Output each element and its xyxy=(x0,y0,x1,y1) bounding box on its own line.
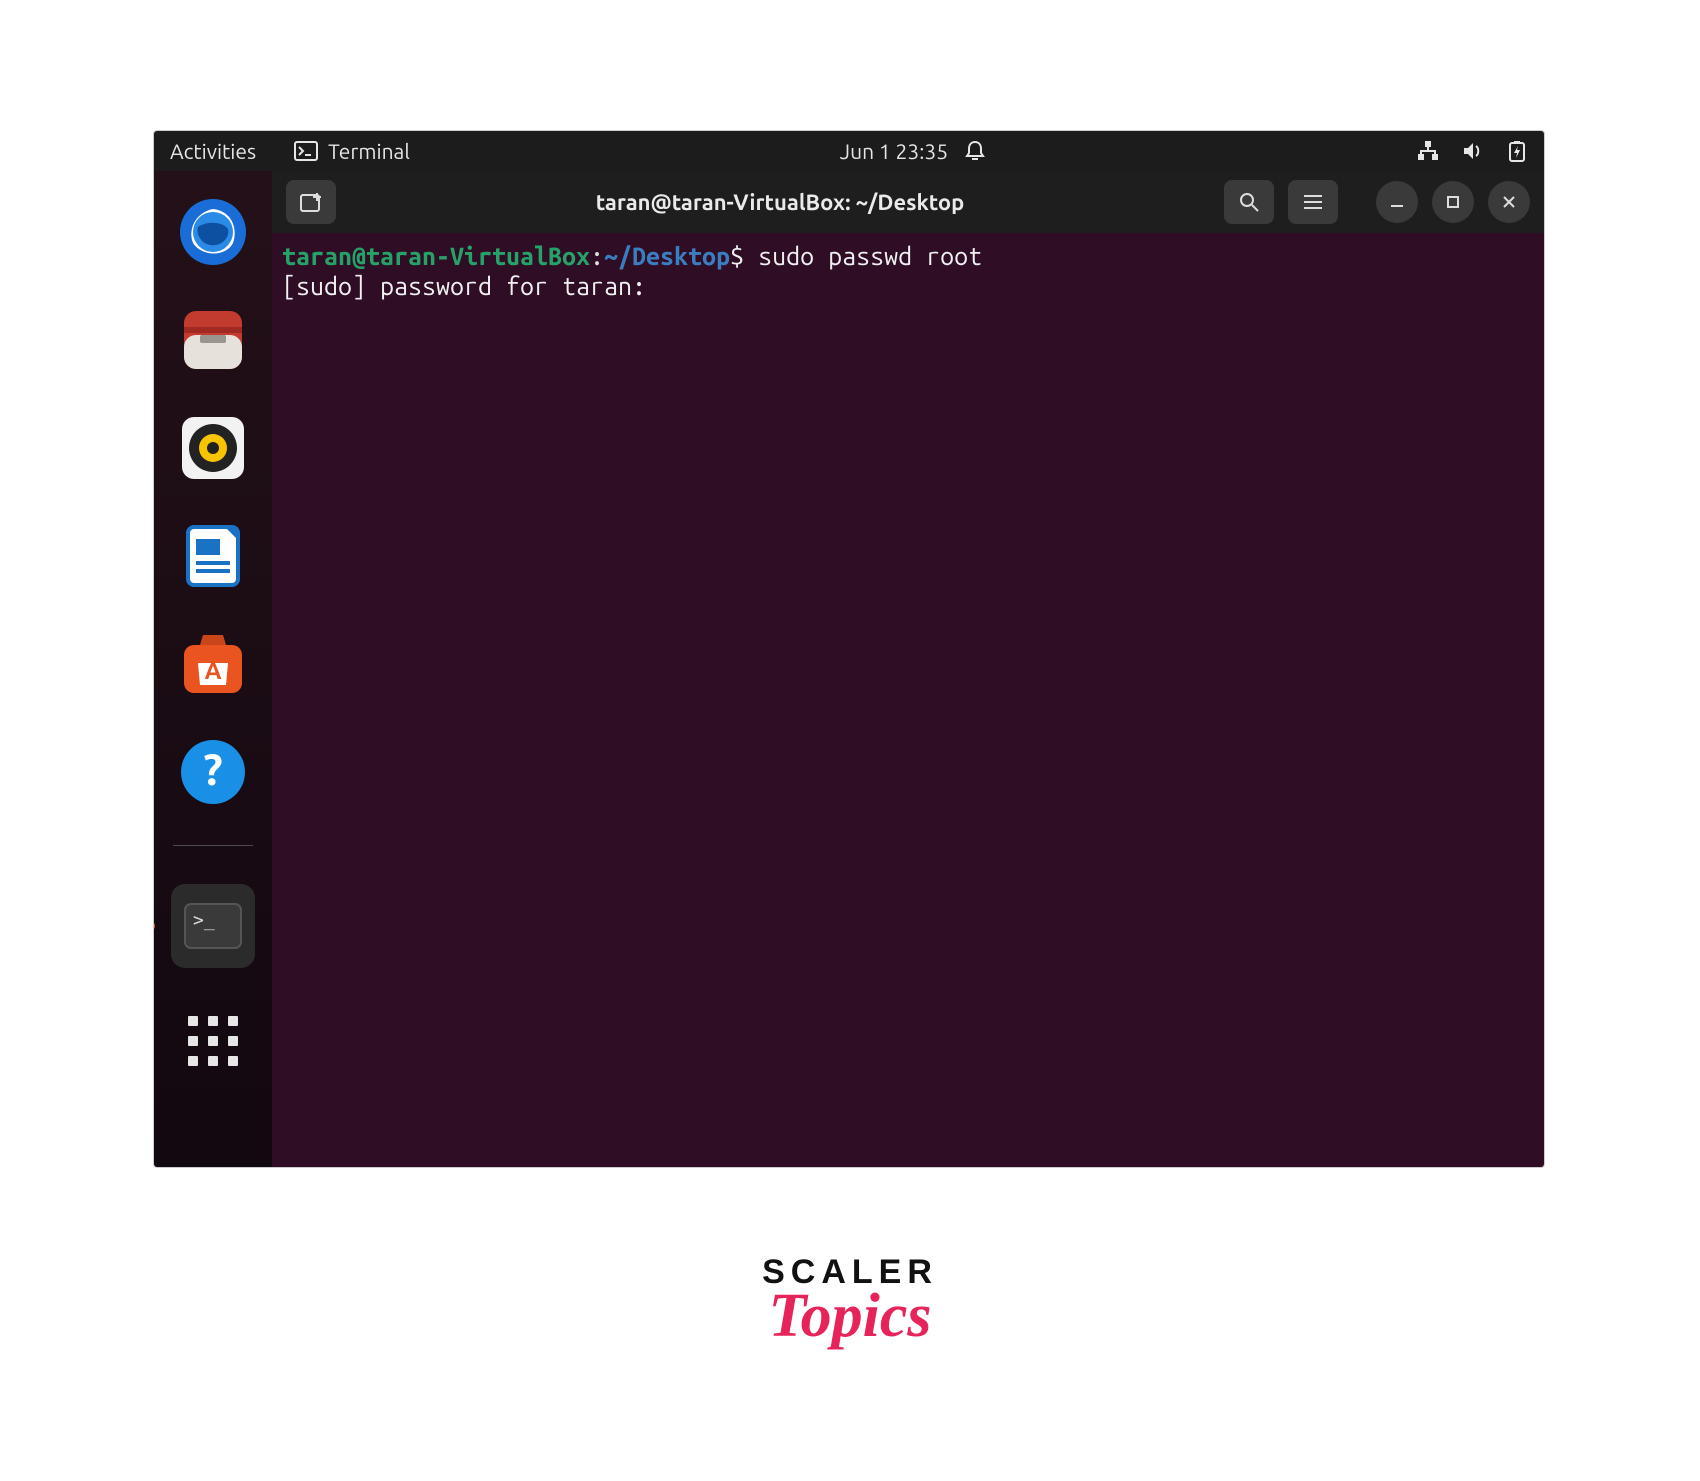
ubuntu-dock: A ? >_ xyxy=(154,171,272,1168)
dock-software[interactable]: A xyxy=(178,629,248,699)
dock-show-apps[interactable] xyxy=(178,1006,248,1076)
search-button[interactable] xyxy=(1224,180,1274,224)
svg-text:?: ? xyxy=(203,745,222,794)
prompt-path: ~/Desktop xyxy=(604,242,730,270)
close-button[interactable] xyxy=(1488,181,1530,223)
close-icon xyxy=(1501,194,1517,210)
terminal-body[interactable]: taran@taran-VirtualBox:~/Desktop$ sudo p… xyxy=(272,233,1544,1168)
apps-grid-icon xyxy=(188,1016,238,1066)
prompt-end: $ xyxy=(730,242,758,270)
bell-icon[interactable] xyxy=(964,140,986,162)
gnome-top-bar: Activities Terminal Jun 1 23:35 xyxy=(154,131,1544,171)
volume-icon xyxy=(1462,140,1484,162)
dock-terminal[interactable]: >_ xyxy=(171,884,255,968)
minimize-icon xyxy=(1389,194,1405,210)
terminal-headerbar: taran@taran-VirtualBox: ~/Desktop xyxy=(272,171,1544,233)
clock[interactable]: Jun 1 23:35 xyxy=(840,139,948,163)
command-text: sudo passwd root xyxy=(758,242,982,270)
dock-files[interactable] xyxy=(178,305,248,375)
terminal-app-icon xyxy=(294,140,318,162)
scaler-topics-logo: SCALER Topics xyxy=(762,1255,938,1347)
new-tab-button[interactable] xyxy=(286,180,336,224)
svg-text:>_: >_ xyxy=(193,910,215,931)
battery-icon xyxy=(1506,140,1528,162)
system-tray[interactable] xyxy=(1416,140,1528,162)
search-icon xyxy=(1238,191,1260,213)
new-tab-icon xyxy=(299,191,323,213)
network-icon xyxy=(1416,140,1440,162)
maximize-button[interactable] xyxy=(1432,181,1474,223)
ubuntu-screenshot: Activities Terminal Jun 1 23:35 xyxy=(153,130,1545,1168)
app-indicator[interactable]: Terminal xyxy=(294,139,410,163)
brand-line2: Topics xyxy=(762,1285,938,1347)
maximize-icon xyxy=(1445,194,1461,210)
dock-thunderbird[interactable] xyxy=(178,197,248,267)
terminal-title: taran@taran-VirtualBox: ~/Desktop xyxy=(350,190,1210,215)
terminal-window: taran@taran-VirtualBox: ~/Desktop xyxy=(272,171,1544,1168)
svg-text:A: A xyxy=(205,657,222,684)
minimize-button[interactable] xyxy=(1376,181,1418,223)
dock-libreoffice-writer[interactable] xyxy=(178,521,248,591)
app-name: Terminal xyxy=(328,139,410,163)
activities-button[interactable]: Activities xyxy=(170,139,256,163)
hamburger-icon xyxy=(1302,193,1324,211)
dock-help[interactable]: ? xyxy=(178,737,248,807)
prompt-user: taran@taran-VirtualBox xyxy=(282,242,590,270)
dock-rhythmbox[interactable] xyxy=(178,413,248,483)
prompt-sep: : xyxy=(590,242,604,270)
dock-separator xyxy=(173,845,253,846)
menu-button[interactable] xyxy=(1288,180,1338,224)
output-line: [sudo] password for taran: xyxy=(282,272,646,300)
